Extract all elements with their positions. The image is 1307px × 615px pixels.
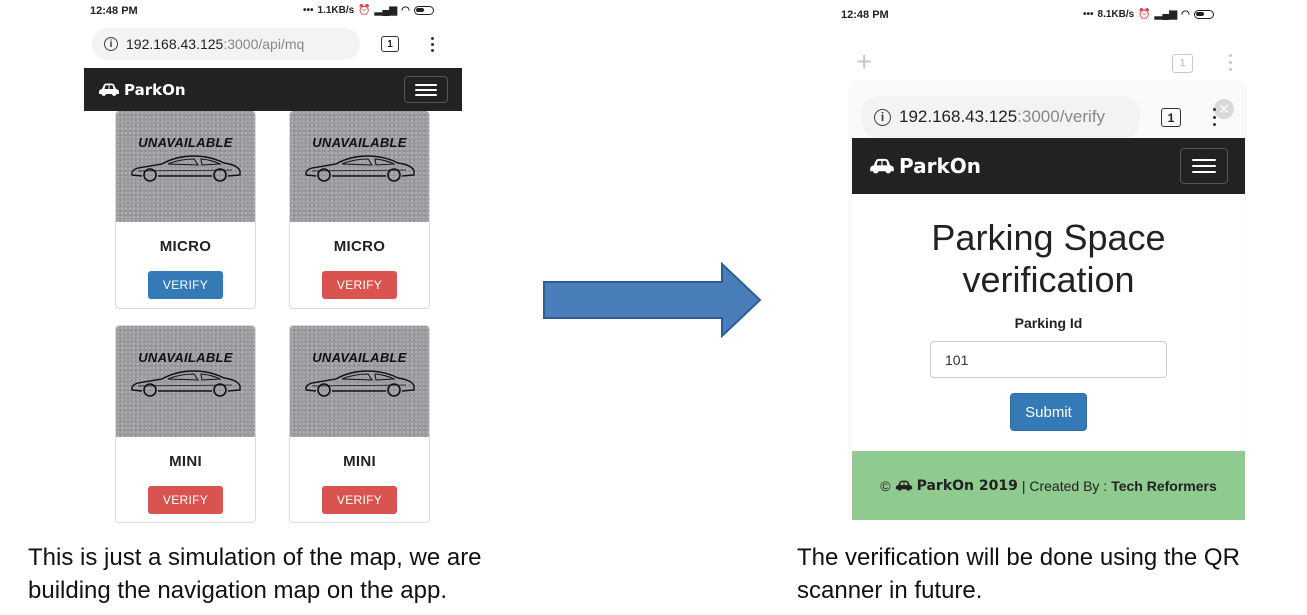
brand-name: ParkOn: [899, 154, 982, 178]
left-caption-line1: This is just a simulation of the map, we…: [28, 544, 482, 571]
submit-button[interactable]: Submit: [1010, 393, 1087, 431]
tab-switcher-button[interactable]: 1: [381, 36, 399, 52]
info-icon[interactable]: i: [104, 37, 118, 51]
card-title: MINI: [169, 453, 202, 470]
right-status-indicators: ••• 8.1KB/s ⏰ ▂▄▆ ◠: [1083, 9, 1214, 20]
wifi-icon: ◠: [401, 5, 410, 16]
parking-spot-image: UNAVAILABLE: [290, 111, 429, 222]
browser-menu-icon[interactable]: [430, 37, 435, 52]
tab-switcher-button[interactable]: 1: [1161, 108, 1181, 127]
url-path: :3000/verify: [1017, 107, 1106, 126]
alarm-icon: ⏰: [358, 5, 371, 16]
verify-button[interactable]: VERIFY: [148, 486, 223, 514]
url-path: :3000/api/mq: [223, 36, 305, 52]
new-tab-icon[interactable]: +: [856, 48, 872, 76]
footer-brand: ParkOn 2019: [916, 477, 1018, 494]
verify-button[interactable]: VERIFY: [322, 486, 397, 514]
brand-name: ParkOn: [124, 80, 186, 99]
page-title-line1: Parking Space: [931, 217, 1166, 258]
network-speed: 8.1KB/s: [1097, 9, 1135, 20]
left-caption-line2: building the navigation map on the app.: [28, 577, 447, 604]
close-tab-icon[interactable]: ✕: [1214, 99, 1234, 119]
parking-spot-image: UNAVAILABLE: [290, 326, 429, 437]
car-icon: [99, 83, 119, 96]
copyright-symbol: ©: [880, 477, 891, 494]
right-navbar: ParkOn: [852, 138, 1245, 194]
parking-card: UNAVAILABLE MINI VERIFY: [289, 325, 430, 523]
left-navbar: ParkOn: [84, 68, 462, 111]
page-title-line2: verification: [962, 259, 1135, 300]
background-menu-icon[interactable]: [1228, 54, 1233, 71]
card-title: MICRO: [333, 238, 386, 255]
right-caption: The verification will be done using the …: [797, 541, 1240, 607]
unavailable-label: UNAVAILABLE: [138, 350, 233, 365]
wifi-icon: ◠: [1181, 9, 1190, 20]
card-title: MINI: [343, 453, 376, 470]
car-outline-icon: [305, 370, 415, 397]
verify-button[interactable]: VERIFY: [322, 271, 397, 299]
alarm-icon: ⏰: [1138, 9, 1151, 20]
battery-icon: [1193, 10, 1214, 19]
page-title: Parking Space verification: [852, 217, 1245, 301]
car-icon: [870, 158, 894, 173]
parking-card: UNAVAILABLE MICRO VERIFY: [289, 111, 430, 309]
left-url-bar[interactable]: i 192.168.43.125:3000/api/mq: [92, 28, 360, 60]
parking-spot-image: UNAVAILABLE: [116, 326, 255, 437]
parking-card: UNAVAILABLE MINI VERIFY: [115, 325, 256, 523]
right-status-time: 12:48 PM: [841, 9, 889, 21]
background-tab-switcher[interactable]: 1: [1172, 54, 1193, 73]
card-title: MICRO: [159, 238, 212, 255]
footer-team-name: Tech Reformers: [1111, 477, 1217, 494]
browser-menu-icon[interactable]: [1212, 108, 1217, 126]
right-caption-line2: scanner in future.: [797, 577, 983, 604]
footer-credit-label: | Created By :: [1021, 477, 1108, 494]
menu-toggle-button[interactable]: [1180, 148, 1228, 184]
brand-logo[interactable]: ParkOn: [98, 81, 186, 99]
unavailable-label: UNAVAILABLE: [138, 135, 233, 150]
car-outline-icon: [305, 155, 415, 182]
signal-icon: ▂▄▆: [1154, 9, 1178, 20]
brand-logo[interactable]: ParkOn: [869, 154, 981, 178]
right-url-bar[interactable]: i 192.168.43.125:3000/verify: [862, 96, 1140, 138]
network-speed: 1.1KB/s: [317, 5, 355, 16]
url-host: 192.168.43.125: [126, 36, 224, 52]
car-outline-icon: [131, 155, 241, 182]
left-status-time: 12:48 PM: [90, 5, 138, 17]
signal-icon: ▂▄▆: [374, 5, 398, 16]
right-caption-line1: The verification will be done using the …: [797, 544, 1240, 571]
parking-id-input[interactable]: 101: [930, 341, 1167, 378]
url-host: 192.168.43.125: [899, 107, 1018, 126]
status-dots: •••: [1083, 9, 1094, 20]
parking-id-label: Parking Id: [1014, 315, 1083, 331]
page-footer: © ParkOn 2019 | Created By : Tech Reform…: [852, 451, 1245, 520]
right-arrow-icon: [543, 262, 762, 338]
left-status-indicators: ••• 1.1KB/s ⏰ ▂▄▆ ◠: [303, 5, 434, 16]
unavailable-label: UNAVAILABLE: [312, 135, 407, 150]
info-icon[interactable]: i: [874, 108, 891, 126]
car-icon: [895, 480, 912, 491]
parking-card: UNAVAILABLE MICRO VERIFY: [115, 111, 256, 309]
status-dots: •••: [303, 5, 314, 16]
battery-icon: [413, 6, 434, 15]
menu-toggle-button[interactable]: [404, 76, 448, 103]
unavailable-label: UNAVAILABLE: [312, 350, 407, 365]
parking-spot-image: UNAVAILABLE: [116, 111, 255, 222]
verify-button[interactable]: VERIFY: [148, 271, 223, 299]
car-outline-icon: [131, 370, 241, 397]
left-caption: This is just a simulation of the map, we…: [28, 541, 482, 607]
